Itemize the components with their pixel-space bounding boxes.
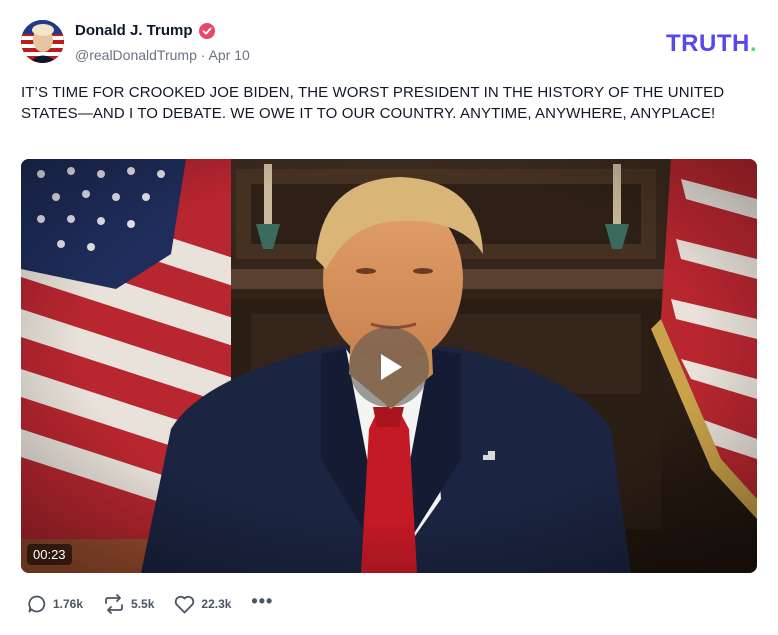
author-handle[interactable]: @realDonaldTrump xyxy=(75,47,197,63)
avatar-image xyxy=(21,20,64,63)
reply-count: 1.76k xyxy=(53,597,84,611)
post-date[interactable]: Apr 10 xyxy=(209,47,250,63)
reply-bubble-icon xyxy=(28,595,46,613)
logo-dot: . xyxy=(749,30,757,57)
play-button[interactable] xyxy=(349,327,429,407)
verified-badge-icon xyxy=(198,22,215,39)
post-meta: @realDonaldTrump · Apr 10 xyxy=(75,47,250,63)
video-player[interactable]: 00:23 xyxy=(21,159,757,573)
retruth-button[interactable]: 5.5k xyxy=(103,594,154,614)
post-author: Donald J. Trump @realDonaldTrump · Apr 1… xyxy=(75,22,250,63)
like-button[interactable]: 22.3k xyxy=(174,595,231,614)
avatar[interactable] xyxy=(21,20,64,63)
video-duration: 00:23 xyxy=(27,544,72,565)
author-name[interactable]: Donald J. Trump xyxy=(75,22,193,39)
play-icon xyxy=(381,354,402,380)
retruth-count: 5.5k xyxy=(131,597,155,611)
meta-separator: · xyxy=(200,47,206,63)
post-actions: 1.76k 5.5k 22.3k ••• xyxy=(27,591,273,614)
post-text: IT’S TIME FOR CROOKED JOE BIDEN, THE WOR… xyxy=(21,84,725,122)
more-options-button[interactable]: ••• xyxy=(251,591,273,612)
reply-button[interactable]: 1.76k xyxy=(27,594,83,614)
heart-icon xyxy=(175,595,195,613)
logo-text: TRUTH xyxy=(666,30,750,57)
truth-logo[interactable]: TRUTH. xyxy=(666,30,757,58)
like-count: 22.3k xyxy=(201,597,232,611)
retruth-arrows-icon xyxy=(105,594,123,614)
